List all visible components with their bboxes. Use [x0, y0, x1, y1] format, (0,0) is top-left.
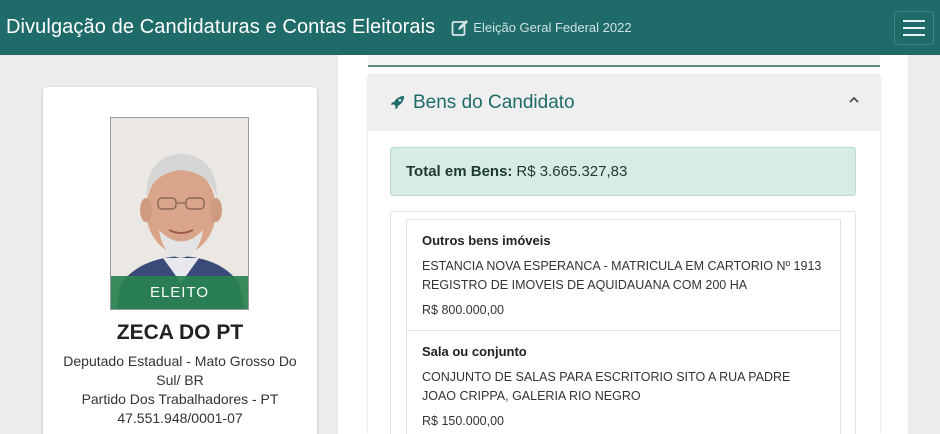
- candidate-party: Partido Dos Trabalhadores - PT: [81, 391, 279, 407]
- asset-item: Sala ou conjunto CONJUNTO DE SALAS PARA …: [406, 330, 841, 434]
- assets-accordion: Bens do Candidato Total em Bens: R$ 3.66…: [368, 74, 880, 434]
- asset-value: R$ 800.000,00: [422, 303, 505, 317]
- asset-description: ESTANCIA NOVA ESPERANCA - MATRICULA EM C…: [422, 259, 822, 292]
- asset-type: Outros bens imóveis: [422, 233, 551, 248]
- app-title[interactable]: Divulgação de Candidaturas e Contas Elei…: [6, 16, 435, 39]
- main-content-panel: Bens do Candidato Total em Bens: R$ 3.66…: [338, 55, 908, 434]
- election-subtitle: Eleição Geral Federal 2022: [473, 20, 632, 35]
- candidate-name: ZECA DO PT: [116, 321, 244, 344]
- chevron-up-icon[interactable]: [848, 94, 860, 106]
- asset-type: Sala ou conjunto: [422, 344, 527, 359]
- candidate-photo: ELEITO: [110, 117, 249, 310]
- total-assets-value: R$ 3.665.327,83: [516, 163, 628, 180]
- rocket-icon: [390, 95, 405, 110]
- candidate-office: Deputado Estadual - Mato Grosso Do Sul/ …: [63, 353, 297, 388]
- hamburger-menu-button[interactable]: [894, 11, 934, 45]
- candidate-cnpj: 47.551.948/0001-07: [117, 410, 243, 426]
- total-assets-label: Total em Bens:: [406, 163, 513, 180]
- asset-value: R$ 150.000,00: [422, 414, 505, 428]
- candidate-card: ELEITO ZECA DO PT Deputado Estadual - Ma…: [43, 87, 317, 434]
- assets-accordion-header[interactable]: Bens do Candidato: [368, 74, 880, 131]
- asset-item: Outros bens imóveis ESTANCIA NOVA ESPERA…: [406, 219, 841, 331]
- previous-section-edge: [368, 55, 880, 67]
- candidate-details: Deputado Estadual - Mato Grosso Do Sul/ …: [59, 352, 301, 428]
- asset-description: CONJUNTO DE SALAS PARA ESCRITORIO SITO A…: [422, 370, 791, 403]
- assets-list: Outros bens imóveis ESTANCIA NOVA ESPERA…: [390, 211, 856, 434]
- assets-section-title: Bens do Candidato: [413, 91, 575, 113]
- top-navbar: Divulgação de Candidaturas e Contas Elei…: [0, 0, 940, 55]
- hamburger-menu-icon: [903, 20, 925, 22]
- total-assets-box: Total em Bens: R$ 3.665.327,83: [390, 147, 856, 196]
- edit-icon: [451, 19, 469, 36]
- elected-badge: ELEITO: [111, 276, 248, 309]
